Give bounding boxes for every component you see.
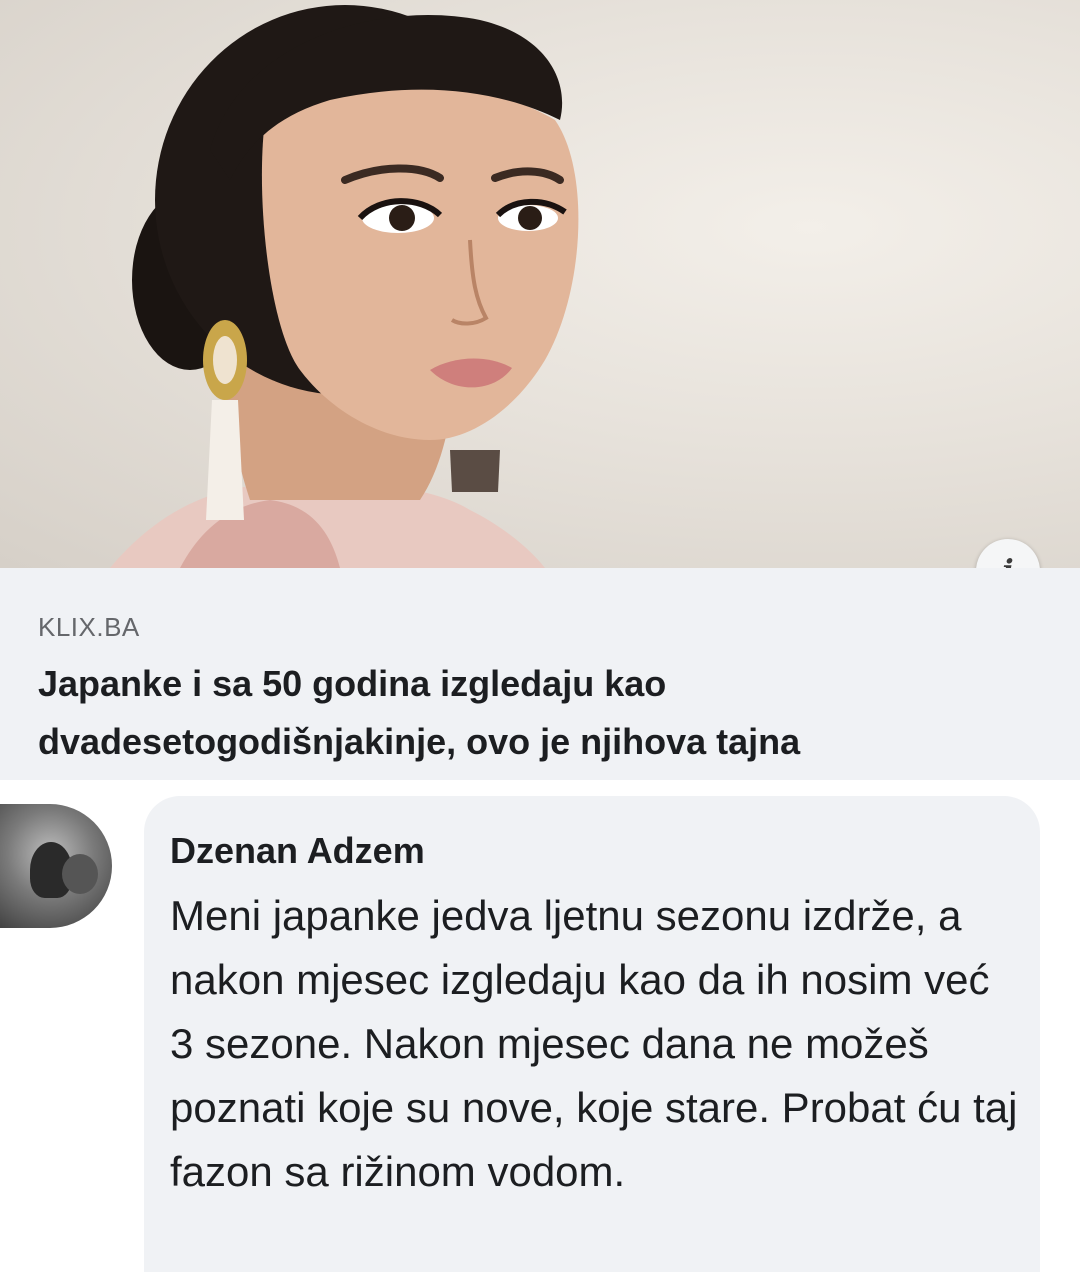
portrait-illustration xyxy=(110,5,579,568)
post-image[interactable]: i xyxy=(0,0,1080,568)
link-headline[interactable]: Japanke i sa 50 godina izgledaju kao dva… xyxy=(38,655,1048,771)
link-source: KLIX.BA xyxy=(38,612,140,642)
comment-text: Meni japanke jedva ljetnu sezonu izdrže,… xyxy=(170,892,1018,1195)
comment-author[interactable]: Dzenan Adzem xyxy=(170,830,425,872)
